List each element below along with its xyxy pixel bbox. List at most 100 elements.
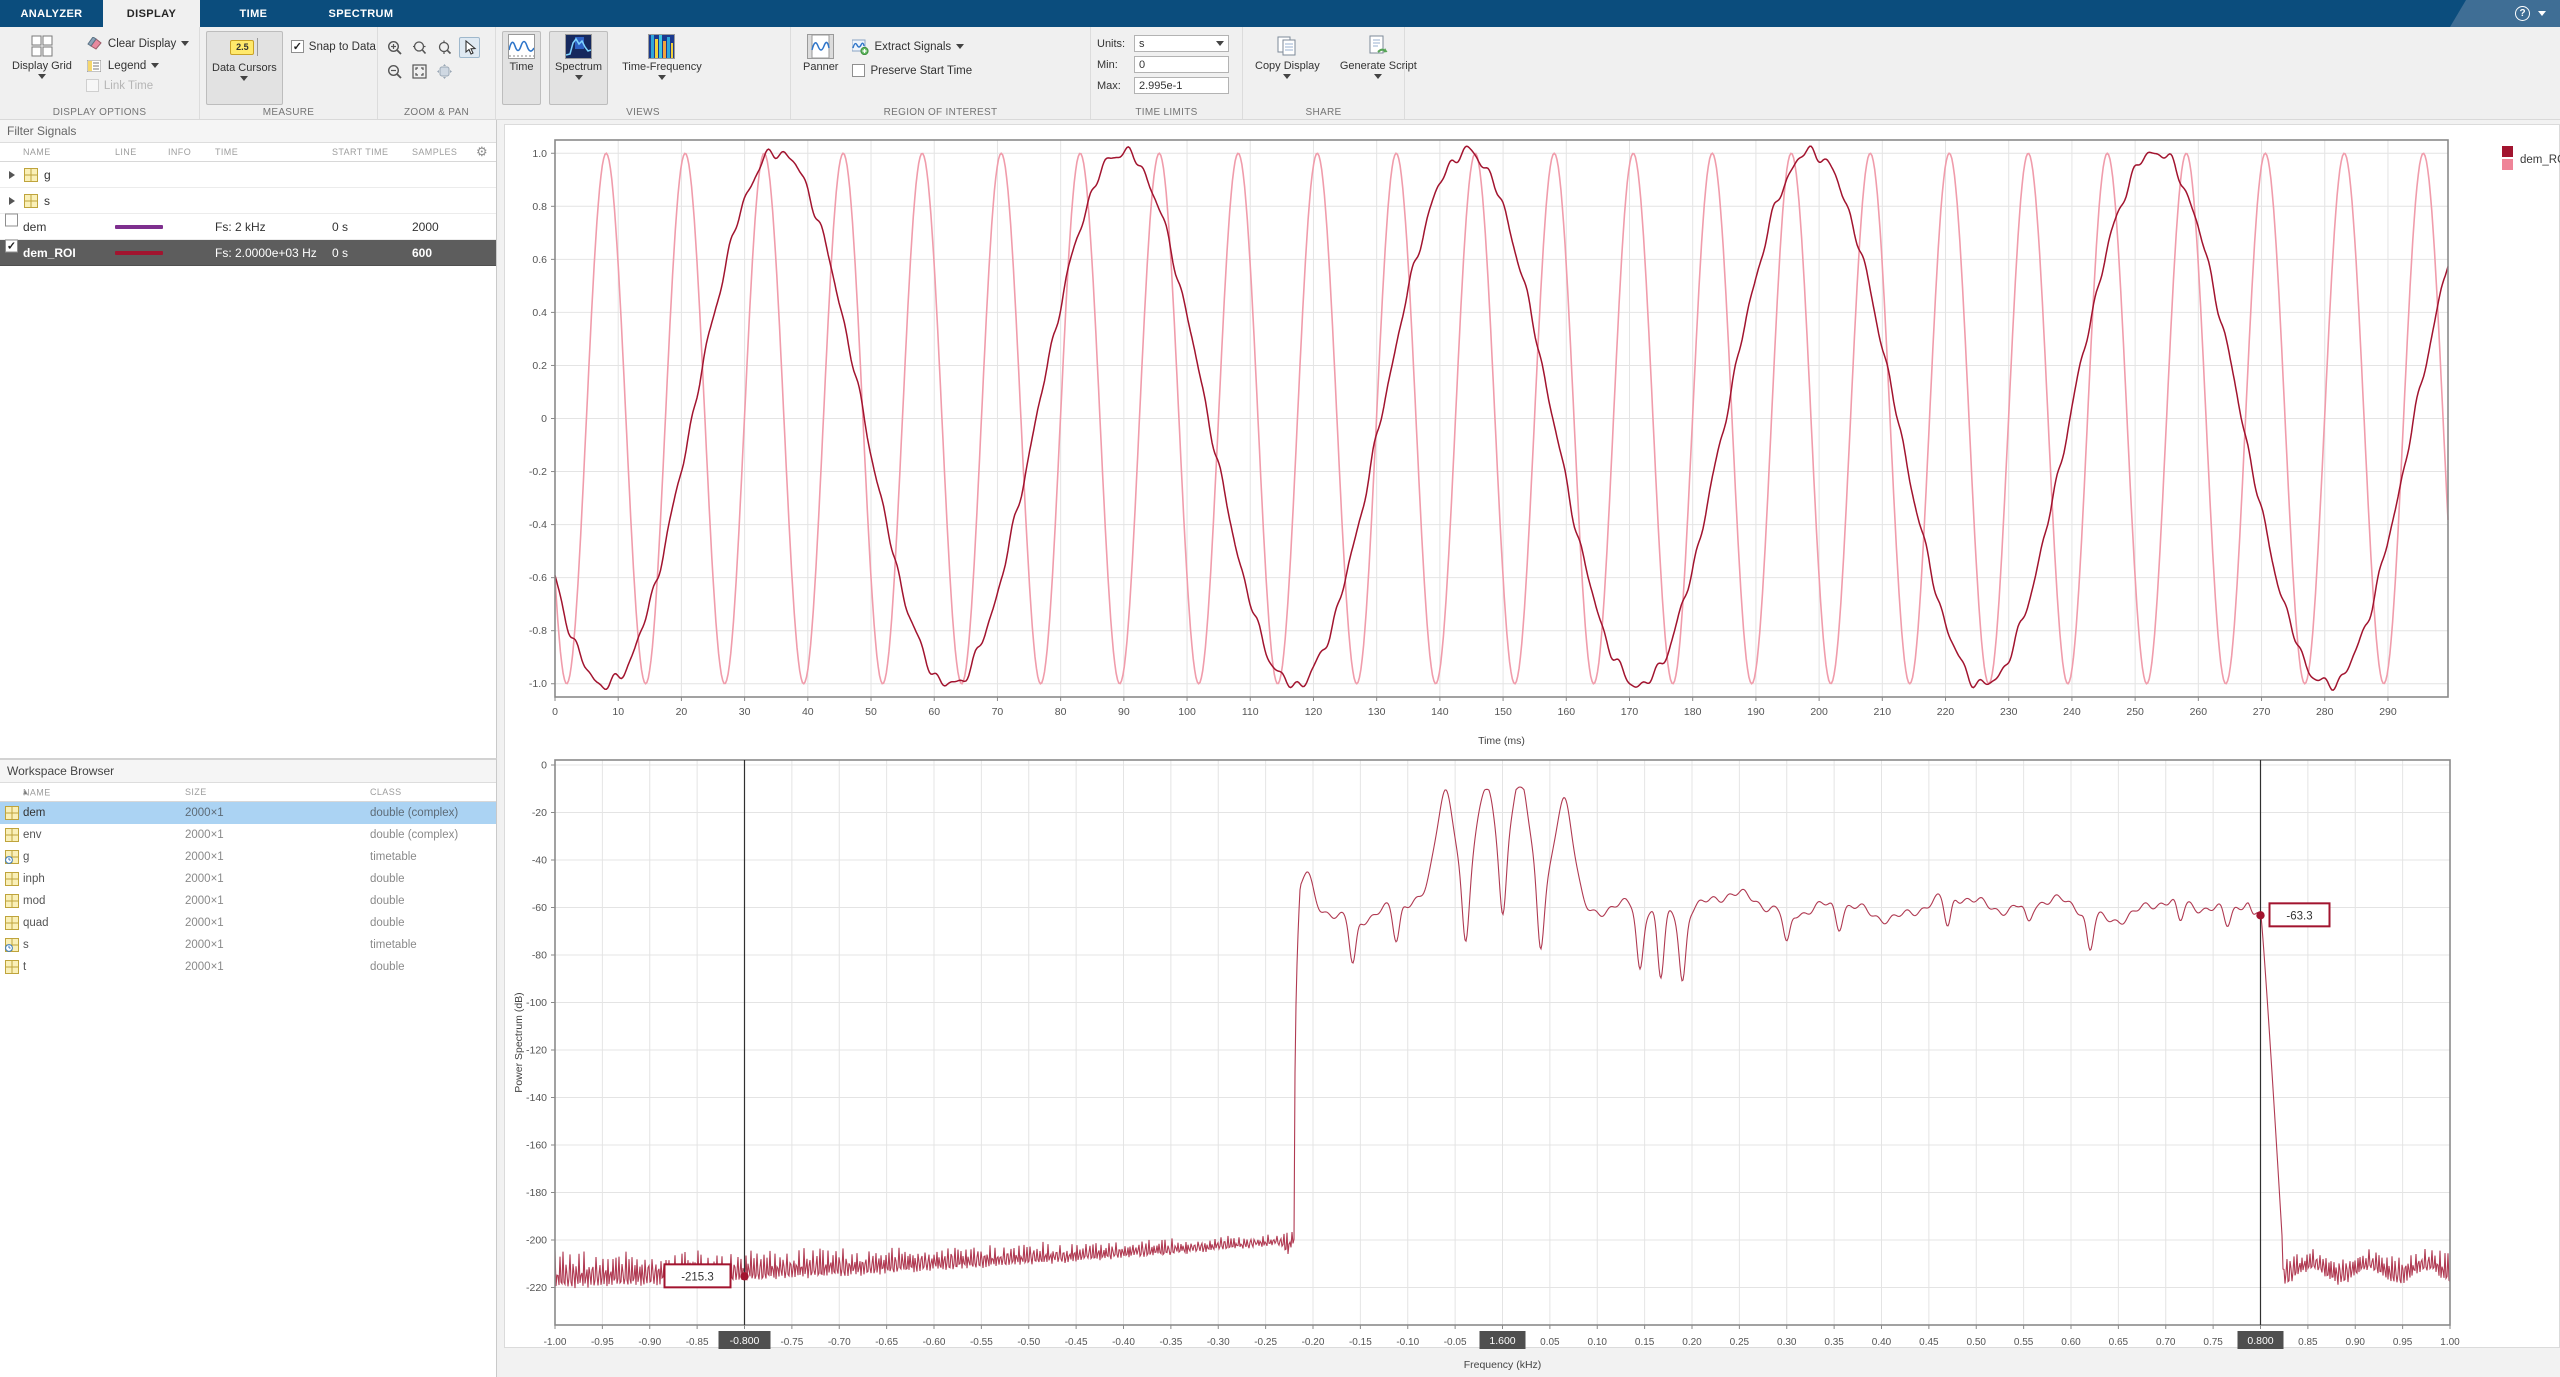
svg-text:0.800: 0.800 (2247, 1335, 2273, 1347)
svg-text:-20: -20 (532, 807, 547, 819)
workspace-row-s[interactable]: s2000×1timetable (0, 934, 496, 956)
col-start-time[interactable]: START TIME (332, 147, 388, 157)
ws-var-size: 2000×1 (185, 895, 224, 907)
svg-text:220: 220 (1937, 706, 1955, 718)
min-label: Min: (1097, 59, 1130, 71)
tab-analyzer[interactable]: ANALYZER (0, 0, 103, 27)
tab-display[interactable]: DISPLAY (103, 0, 200, 27)
signal-name: dem_ROI (23, 246, 76, 260)
plots[interactable]: 0102030405060708090100110120130140150160… (500, 120, 2560, 1377)
pointer-tool-icon[interactable] (459, 37, 480, 58)
signal-row-dem[interactable]: dem Fs: 2 kHz 0 s 2000 (0, 214, 496, 240)
signal-row-dem-roi[interactable]: dem_ROI Fs: 2.0000e+03 Hz 0 s 600 (0, 240, 496, 266)
clear-display-dropdown-icon (181, 41, 189, 46)
col-info[interactable]: INFO (168, 147, 191, 157)
signal-time: Fs: 2.0000e+03 Hz (215, 246, 317, 260)
max-time-input[interactable]: 2.995e-1 (1134, 77, 1229, 94)
workspace-row-dem[interactable]: dem2000×1double (complex) (0, 802, 496, 824)
ws-var-name: g (23, 851, 29, 863)
extract-signals-button[interactable]: Extract Signals (852, 38, 972, 55)
tab-time[interactable]: TIME (200, 0, 307, 27)
ws-col-class[interactable]: CLASS (370, 787, 402, 797)
zoom-in-y-icon[interactable] (434, 37, 455, 58)
timetable-icon (5, 938, 19, 952)
workspace-row-inph[interactable]: inph2000×1double (0, 868, 496, 890)
col-time[interactable]: TIME (215, 147, 238, 157)
workspace-row-t[interactable]: t2000×1double (0, 956, 496, 978)
svg-text:0.45: 0.45 (1919, 1337, 1939, 1348)
min-time-input[interactable]: 0 (1134, 56, 1229, 73)
tab-spectrum[interactable]: SPECTRUM (307, 0, 415, 27)
workspace-row-quad[interactable]: quad2000×1double (0, 912, 496, 934)
generate-script-dropdown-icon (1374, 74, 1382, 79)
zoom-out-icon[interactable] (384, 61, 405, 82)
table-settings-gear-icon[interactable]: ⚙ (476, 144, 488, 160)
signal-name: dem (23, 220, 46, 234)
display-grid-icon (30, 34, 54, 58)
svg-text:-0.45: -0.45 (1065, 1337, 1088, 1348)
time-frequency-view-button[interactable]: Time-Frequency (616, 31, 708, 105)
legend-button[interactable]: Legend (86, 57, 189, 74)
preserve-start-time-checkbox-row[interactable]: Preserve Start Time (852, 64, 972, 77)
filter-signals-searchbox[interactable]: Filter Signals (0, 120, 496, 143)
section-label-views: VIEWS (496, 107, 790, 118)
panner-label: Panner (803, 61, 838, 73)
display-grid-button[interactable]: Display Grid (6, 31, 78, 105)
expand-arrow-icon[interactable] (9, 171, 15, 179)
svg-text:Time (ms): Time (ms) (1478, 735, 1525, 747)
col-line[interactable]: LINE (115, 147, 137, 157)
col-samples[interactable]: SAMPLES (412, 147, 457, 157)
section-label-roi: REGION OF INTEREST (791, 107, 1090, 118)
preserve-start-time-checkbox[interactable] (852, 64, 865, 77)
spectrum-view-button[interactable]: Spectrum (549, 31, 608, 105)
matrix-icon (5, 960, 19, 974)
panner-button[interactable]: Panner (797, 31, 844, 105)
ws-col-name[interactable]: NAME ▴ (23, 787, 28, 798)
extract-signals-icon (852, 38, 869, 55)
generate-script-button[interactable]: Generate Script (1334, 31, 1423, 105)
workspace-row-env[interactable]: env2000×1double (complex) (0, 824, 496, 846)
fit-to-view-icon[interactable] (409, 61, 430, 82)
pan-icon[interactable] (434, 61, 455, 82)
svg-text:-0.20: -0.20 (1302, 1337, 1325, 1348)
snap-to-data-checkbox[interactable] (291, 40, 304, 53)
data-cursor-marker[interactable] (740, 1272, 748, 1280)
ws-col-size[interactable]: SIZE (185, 787, 207, 797)
svg-text:170: 170 (1621, 706, 1639, 718)
workspace-row-g[interactable]: g2000×1timetable (0, 846, 496, 868)
svg-text:0.15: 0.15 (1635, 1337, 1655, 1348)
svg-text:0.30: 0.30 (1777, 1337, 1797, 1348)
svg-text:-0.65: -0.65 (875, 1337, 898, 1348)
snap-to-data-checkbox-row[interactable]: Snap to Data (291, 40, 376, 53)
signal-visibility-checkbox[interactable] (5, 240, 18, 253)
time-view-button[interactable]: Time (502, 31, 541, 105)
signal-group-row-g[interactable]: g (0, 162, 496, 188)
workspace-row-mod[interactable]: mod2000×1double (0, 890, 496, 912)
svg-text:20: 20 (676, 706, 688, 718)
ws-var-name: inph (23, 873, 45, 885)
copy-display-button[interactable]: Copy Display (1249, 31, 1326, 105)
zoom-in-x-icon[interactable] (409, 37, 430, 58)
signal-table-header: NAME LINE INFO TIME START TIME SAMPLES ⚙ (0, 143, 496, 162)
svg-text:0.10: 0.10 (1588, 1337, 1608, 1348)
section-roi: Panner Extract Signals Preserve Start Ti… (791, 27, 1091, 119)
data-cursors-button[interactable]: 2.5 Data Cursors (206, 31, 283, 105)
col-name[interactable]: NAME (23, 147, 51, 157)
data-cursor-marker[interactable] (2256, 911, 2264, 919)
panner-icon (807, 34, 834, 59)
svg-text:80: 80 (1055, 706, 1067, 718)
clear-display-button[interactable]: Clear Display (86, 35, 189, 52)
zoom-in-icon[interactable] (384, 37, 405, 58)
signal-visibility-checkbox[interactable] (5, 214, 18, 227)
svg-text:-160: -160 (526, 1140, 547, 1152)
units-select[interactable]: s (1134, 35, 1229, 52)
section-time-limits: Units: s Min: 0 Max: 2.995e-1 TIME LIMIT… (1091, 27, 1243, 119)
ribbon-collapse-icon[interactable] (2538, 11, 2546, 16)
help-icon[interactable]: ? (2515, 6, 2530, 21)
ws-var-size: 2000×1 (185, 829, 224, 841)
section-label-display-options: DISPLAY OPTIONS (0, 107, 199, 118)
extract-signals-label: Extract Signals (874, 41, 951, 53)
svg-text:260: 260 (2190, 706, 2208, 718)
signal-group-row-s[interactable]: s (0, 188, 496, 214)
expand-arrow-icon[interactable] (9, 197, 15, 205)
